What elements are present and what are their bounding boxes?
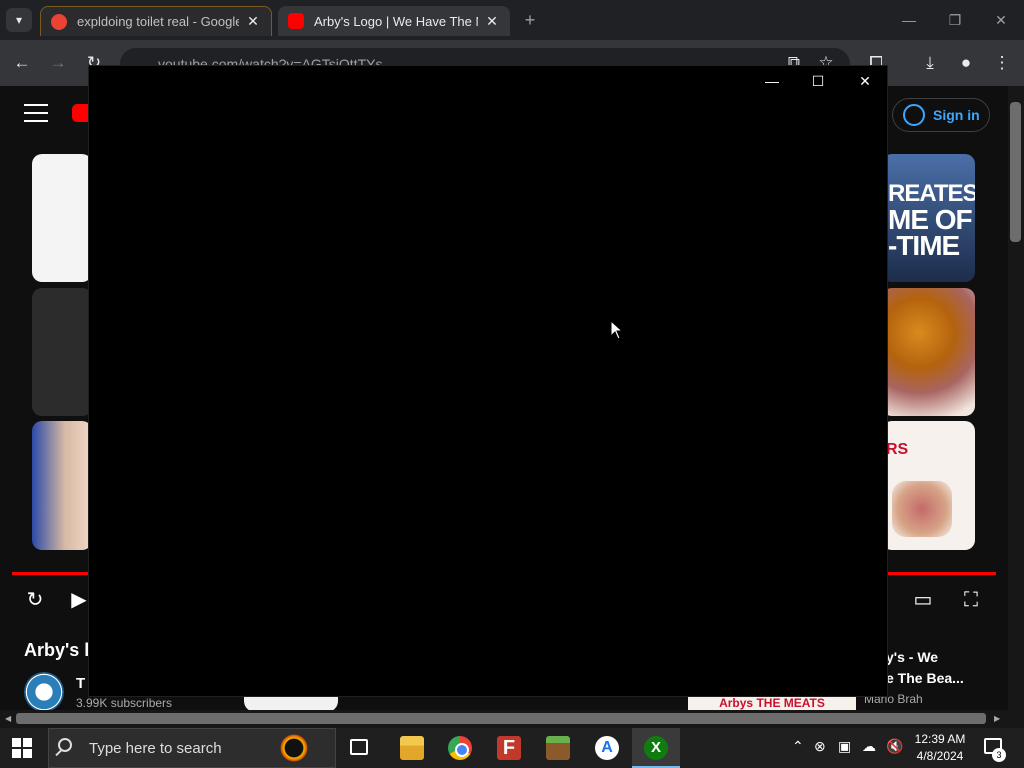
popup-window[interactable] bbox=[88, 65, 888, 697]
subscriber-count: 3.99K subscribers bbox=[76, 696, 173, 710]
user-icon bbox=[903, 104, 925, 126]
tab-youtube[interactable]: Arby's Logo | We Have The Mea ✕ bbox=[278, 6, 510, 36]
end-screen-thumbnail[interactable] bbox=[882, 288, 975, 416]
google-favicon-icon bbox=[51, 13, 67, 30]
scroll-left-icon[interactable]: ◀ bbox=[5, 714, 11, 723]
profile-icon[interactable]: ● bbox=[954, 52, 978, 74]
sign-in-label: Sign in bbox=[933, 107, 980, 123]
sign-in-button[interactable]: Sign in bbox=[892, 98, 990, 132]
tab-title: expldoing toilet real - Google S bbox=[77, 14, 239, 29]
chrome-icon[interactable] bbox=[448, 736, 472, 760]
theater-mode-icon[interactable]: ▭ bbox=[910, 588, 936, 612]
a-app-icon[interactable]: A bbox=[595, 736, 619, 760]
close-icon[interactable]: ✕ bbox=[245, 13, 261, 30]
tab-google-search[interactable]: expldoing toilet real - Google S ✕ bbox=[40, 6, 272, 36]
youtube-favicon-icon bbox=[288, 13, 304, 29]
related-title-line: y's - We bbox=[886, 649, 939, 665]
search-highlight-icon[interactable] bbox=[280, 734, 308, 762]
fullscreen-icon[interactable]: ⛶ bbox=[958, 588, 984, 612]
close-icon[interactable]: ✕ bbox=[484, 13, 500, 30]
scrollbar-thumb[interactable] bbox=[1010, 102, 1021, 242]
end-screen-thumbnail[interactable]: REATEST ME OF -TIME bbox=[882, 154, 975, 282]
forward-button[interactable]: → bbox=[46, 52, 70, 74]
replay-icon[interactable]: ↻ bbox=[22, 588, 48, 612]
video-title: Arby's l bbox=[24, 640, 90, 660]
minimize-icon[interactable]: — bbox=[762, 72, 782, 90]
close-window-button[interactable]: ✕ bbox=[978, 8, 1024, 32]
maximize-icon[interactable]: ☐ bbox=[808, 72, 828, 90]
notification-badge: 3 bbox=[992, 748, 1006, 762]
end-screen-thumbnail[interactable] bbox=[32, 288, 92, 416]
clock-time[interactable]: 12:39 AM bbox=[912, 732, 968, 746]
xbox-tray-icon[interactable]: ⊗ bbox=[814, 738, 826, 755]
file-explorer-icon[interactable] bbox=[400, 736, 424, 760]
xbox-icon[interactable]: X bbox=[644, 736, 668, 760]
sandwich-image bbox=[892, 481, 952, 537]
related-video-title[interactable]: y's - We e The Bea... bbox=[886, 647, 964, 689]
close-icon[interactable]: ✕ bbox=[855, 72, 875, 90]
back-button[interactable]: ← bbox=[10, 52, 34, 74]
download-icon[interactable]: ⤓ bbox=[918, 52, 942, 74]
channel-name[interactable]: T bbox=[76, 675, 85, 692]
chevron-up-icon[interactable]: ⌃ bbox=[792, 738, 804, 755]
new-tab-button[interactable]: + bbox=[520, 10, 540, 30]
clock-date[interactable]: 4/8/2024 bbox=[912, 749, 968, 763]
thumbnail-text: -TIME bbox=[888, 230, 960, 261]
end-screen-thumbnail[interactable]: RS bbox=[882, 421, 975, 550]
menu-icon[interactable]: ⋮ bbox=[990, 52, 1014, 74]
windows-start-icon[interactable] bbox=[12, 738, 32, 758]
task-view-icon[interactable] bbox=[350, 739, 368, 755]
thumbnail-text: RS bbox=[886, 441, 909, 458]
thumbnail-text: REATEST bbox=[888, 180, 975, 207]
search-placeholder: Type here to search bbox=[89, 739, 222, 757]
onedrive-icon[interactable]: ☁ bbox=[862, 738, 876, 755]
tab-search-button[interactable]: ▾ bbox=[6, 8, 32, 32]
related-title-line: e The Bea... bbox=[886, 670, 964, 686]
f-app-icon[interactable]: F bbox=[497, 736, 521, 760]
scrollbar-thumb[interactable] bbox=[16, 713, 986, 724]
end-screen-thumbnail[interactable] bbox=[32, 154, 92, 282]
hamburger-menu-icon[interactable] bbox=[24, 104, 48, 122]
maximize-button[interactable]: ❐ bbox=[932, 8, 978, 32]
channel-avatar[interactable] bbox=[24, 672, 64, 712]
tab-title: Arby's Logo | We Have The Mea bbox=[314, 13, 478, 29]
mouse-cursor-icon bbox=[610, 320, 624, 340]
end-screen-thumbnail[interactable] bbox=[32, 421, 92, 550]
network-icon[interactable]: ▣ bbox=[838, 738, 851, 755]
volume-muted-icon[interactable]: 🔇 bbox=[886, 738, 903, 755]
minimize-button[interactable]: — bbox=[886, 8, 932, 32]
scroll-right-icon[interactable]: ▶ bbox=[994, 714, 1000, 723]
minecraft-icon[interactable] bbox=[546, 736, 570, 760]
related-thumbnail[interactable]: Arbys THE MEATS bbox=[688, 696, 856, 710]
